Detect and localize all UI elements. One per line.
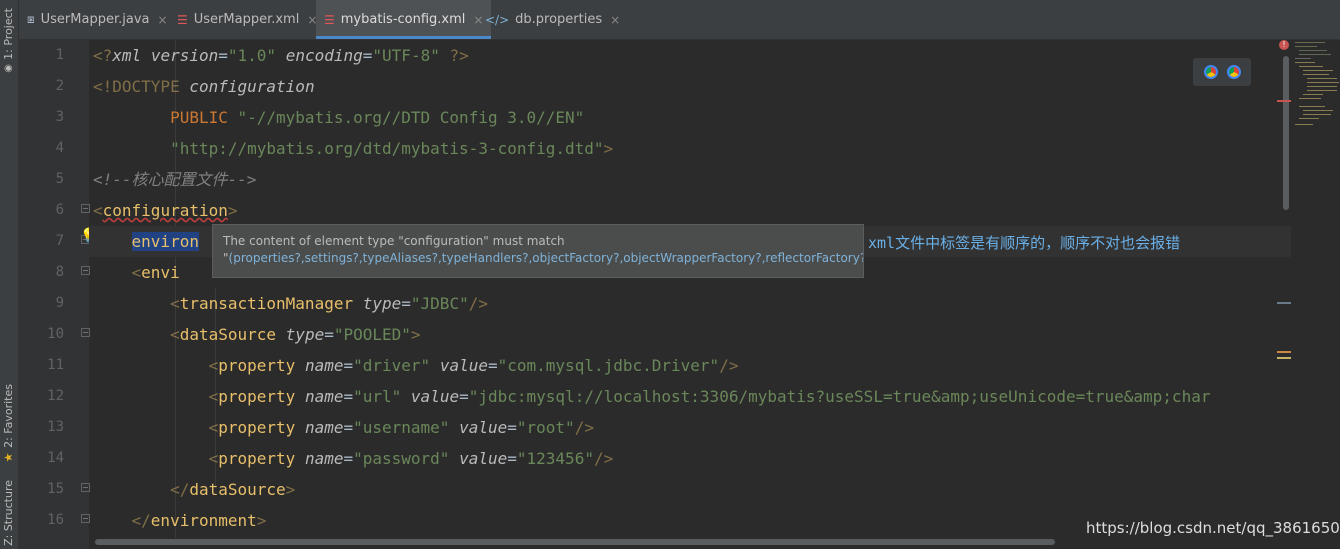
- close-icon[interactable]: ×: [610, 13, 620, 27]
- line-number: 4: [55, 140, 64, 156]
- warning-marker[interactable]: [1277, 357, 1291, 359]
- watermark-text: https://blog.csdn.net/qq_38616503: [1086, 519, 1340, 537]
- line-number: 1: [55, 47, 64, 63]
- warning-marker[interactable]: [1277, 351, 1291, 353]
- chrome-icon[interactable]: [1203, 65, 1218, 79]
- tooltip-message: The content of element type "configurati…: [223, 234, 565, 248]
- code-line: "http://mybatis.org/dtd/mybatis-3-config…: [170, 139, 614, 158]
- usage-marker[interactable]: [1277, 302, 1291, 304]
- tool-window-strip: ◉ 1: Project ★ 2: Favorites Z: Structure: [0, 0, 19, 549]
- annotation-note: xml文件中标签是有顺序的，顺序不对也会报错: [868, 234, 1181, 252]
- line-number: 9: [55, 295, 64, 311]
- horizontal-scrollbar[interactable]: [95, 539, 1055, 545]
- code-line: <property name="username" value="root"/>: [208, 418, 594, 437]
- code-line: <property name="url" value="jdbc:mysql:/…: [208, 387, 1211, 406]
- code-line: PUBLIC "-//mybatis.org//DTD Config 3.0//…: [170, 108, 585, 127]
- line-number: 5: [55, 171, 64, 187]
- tab-usermapper-java[interactable]: ⧆ UserMapper.java ×: [19, 0, 176, 39]
- editor-gutter: 1 2 3 4 5 6 7 8 9 10 11 12 13 14 15 16: [19, 40, 90, 549]
- code-line: <property name="driver" value="com.mysql…: [208, 356, 739, 375]
- line-number: 12: [47, 388, 64, 404]
- code-line: <!DOCTYPE configuration: [93, 77, 315, 96]
- properties-file-icon: </>: [485, 12, 510, 27]
- line-number: 10: [47, 326, 64, 342]
- error-marker[interactable]: [1277, 100, 1291, 102]
- tab-mybatis-config-xml[interactable]: ☰ mybatis-config.xml ×: [316, 0, 492, 39]
- error-tooltip: The content of element type "configurati…: [212, 224, 864, 278]
- code-line: </dataSource>: [170, 480, 296, 499]
- code-line: <?xml version="1.0" encoding="UTF-8" ?>: [93, 46, 469, 65]
- code-editor[interactable]: <?xml version="1.0" encoding="UTF-8" ?> …: [89, 40, 1291, 538]
- favorites-tool-tab[interactable]: ★ 2: Favorites: [2, 384, 15, 464]
- vertical-scrollbar[interactable]: [1283, 56, 1289, 210]
- line-number: 3: [55, 109, 64, 125]
- code-line: <envi: [131, 263, 180, 282]
- line-number: 14: [47, 450, 64, 466]
- line-number: 7: [55, 233, 64, 249]
- line-number: 11: [47, 357, 64, 373]
- tab-usermapper-xml[interactable]: ☰ UserMapper.xml ×: [169, 0, 325, 39]
- code-line: <!--核心配置文件-->: [93, 170, 257, 189]
- code-line: <configuration>: [93, 201, 238, 220]
- close-icon[interactable]: ×: [157, 13, 167, 27]
- project-tool-tab[interactable]: ◉ 1: Project: [2, 8, 15, 74]
- tab-db-properties[interactable]: </> db.properties ×: [477, 0, 628, 39]
- tooltip-expected-content: "(properties?,settings?,typeAliases?,typ…: [223, 251, 864, 265]
- code-line: <dataSource type="POOLED">: [170, 325, 421, 344]
- star-icon: ★: [2, 450, 15, 464]
- line-number: 13: [47, 419, 64, 435]
- java-class-icon: ⧆: [27, 12, 35, 26]
- code-line: </environment>: [131, 511, 267, 530]
- line-number: 15: [47, 481, 64, 497]
- line-number: 6: [55, 202, 64, 218]
- project-icon: ◉: [3, 62, 14, 74]
- xml-file-icon: ☰: [324, 12, 335, 27]
- code-minimap[interactable]: [1291, 40, 1340, 140]
- code-line: <transactionManager type="JDBC"/>: [170, 294, 488, 313]
- chromium-icon[interactable]: [1226, 65, 1241, 79]
- error-indicator-icon[interactable]: !: [1279, 40, 1289, 50]
- line-number: 8: [55, 264, 64, 280]
- editor-tab-bar: ⧆ UserMapper.java × ☰ UserMapper.xml × ☰…: [19, 0, 1340, 40]
- browser-preview-toolbar: [1193, 58, 1251, 86]
- structure-tool-tab[interactable]: Z: Structure: [2, 480, 15, 546]
- line-number: 16: [47, 512, 64, 528]
- line-number: 2: [55, 78, 64, 94]
- code-line: <property name="password" value="123456"…: [208, 449, 614, 468]
- xml-file-icon: ☰: [177, 12, 188, 27]
